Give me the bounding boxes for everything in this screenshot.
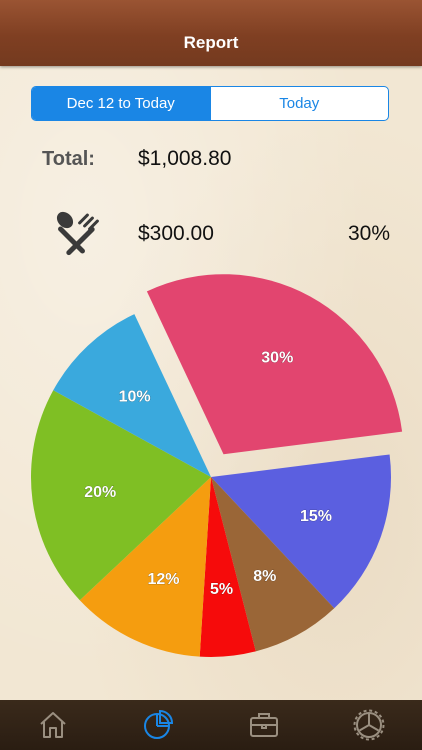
selected-category-percent: 30% bbox=[347, 222, 390, 245]
total-label: Total: bbox=[42, 148, 95, 170]
pie-slice-label: 10% bbox=[119, 389, 151, 406]
pie-chart-icon bbox=[144, 709, 174, 739]
pie-slice-label: 15% bbox=[300, 508, 332, 525]
total-value: $1,008.80 bbox=[138, 147, 232, 170]
pie-slice-label: 8% bbox=[253, 568, 276, 585]
tab-briefcase[interactable] bbox=[211, 700, 317, 750]
home-icon bbox=[40, 712, 66, 738]
segment-today[interactable]: Today bbox=[209, 87, 389, 120]
tab-home[interactable] bbox=[0, 700, 106, 750]
tab-bar bbox=[0, 700, 422, 750]
briefcase-icon bbox=[249, 713, 278, 737]
selected-category-amount: $300.00 bbox=[138, 222, 214, 245]
segment-dec-12-to-today[interactable]: Dec 12 to Today bbox=[32, 87, 210, 120]
tab-report[interactable] bbox=[106, 700, 212, 750]
pie-slice-label: 20% bbox=[84, 484, 116, 501]
expense-pie-chart[interactable]: 30% 15% 8% 5% 12% 20% 10% bbox=[0, 270, 422, 680]
pie-slice-label: 30% bbox=[261, 349, 293, 366]
spoon-fork-icon bbox=[56, 211, 99, 256]
pie-slice-label: 12% bbox=[147, 571, 179, 588]
page-title: Report bbox=[183, 33, 239, 52]
settings-icon bbox=[353, 709, 385, 741]
navigation-bar: Report bbox=[0, 0, 422, 66]
tab-settings[interactable] bbox=[317, 700, 422, 750]
date-range-segmented-control[interactable]: Dec 12 to Today Today bbox=[31, 86, 389, 121]
pie-slice-label: 5% bbox=[210, 581, 233, 598]
